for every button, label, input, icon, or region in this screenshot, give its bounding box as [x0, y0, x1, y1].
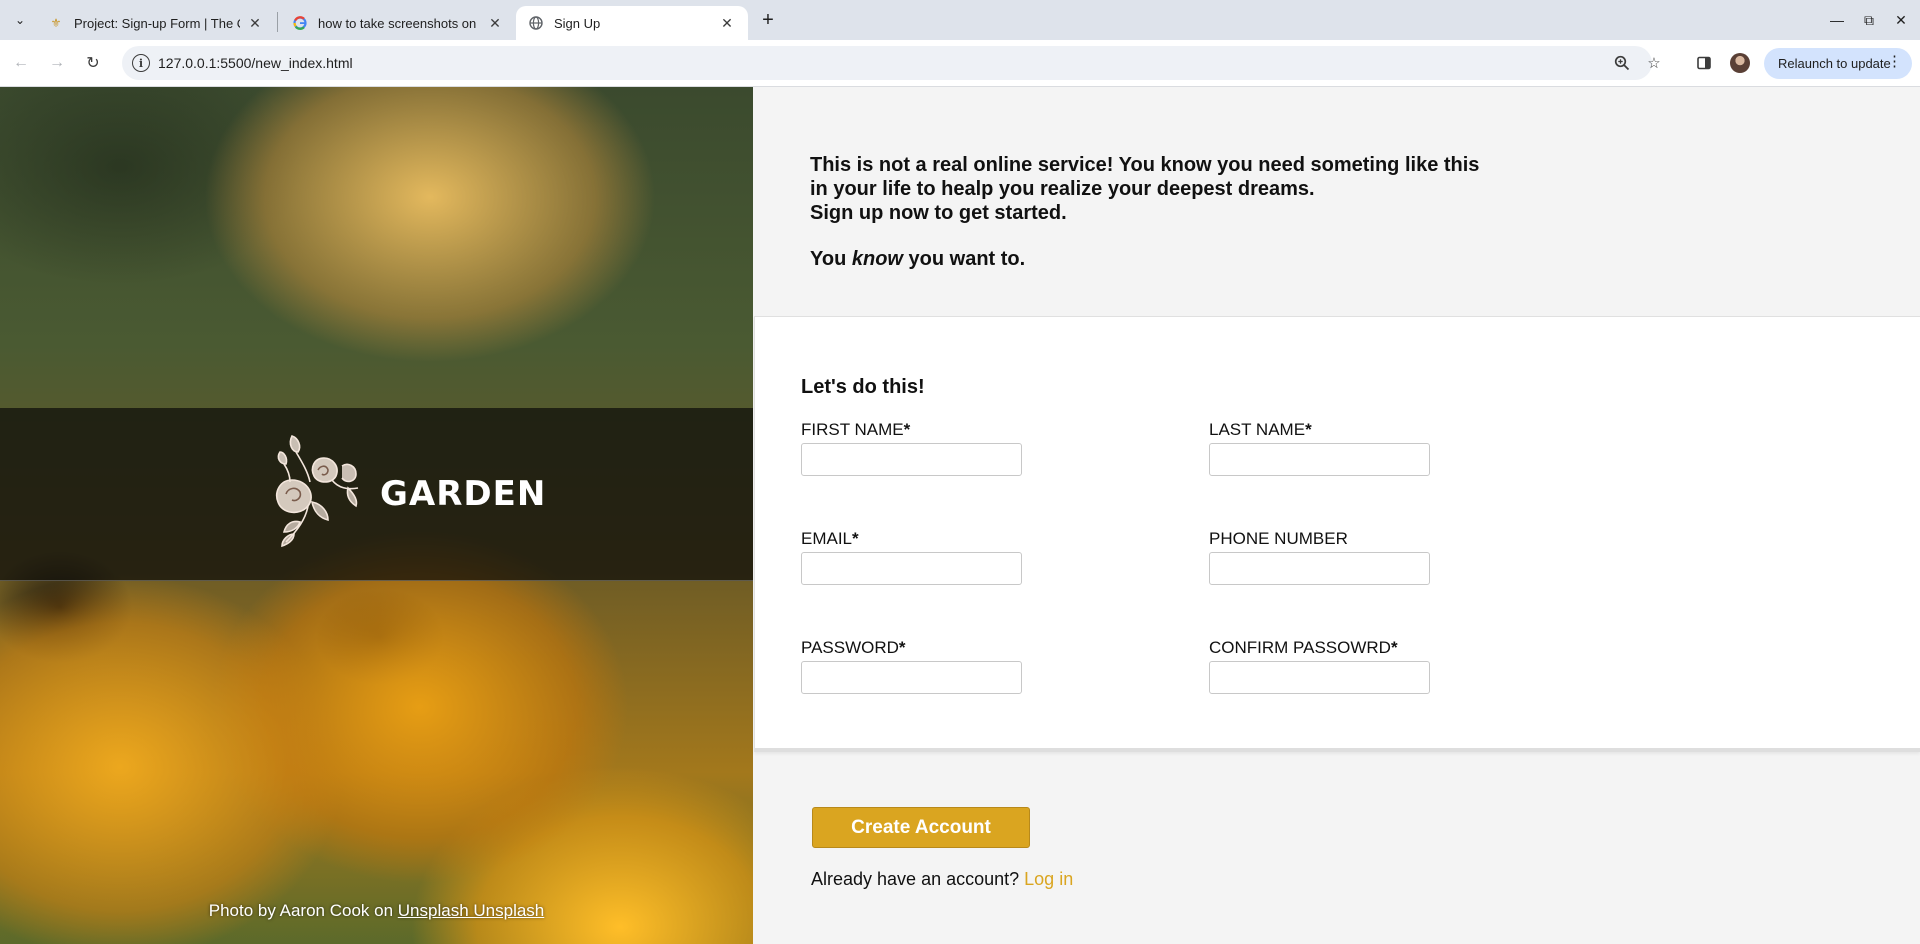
- first-name-input[interactable]: [801, 443, 1022, 476]
- intro-text: This is not a real online service! You k…: [810, 153, 1530, 271]
- tab-search-chevron-icon[interactable]: ⌄: [8, 8, 32, 32]
- zoom-icon[interactable]: [1612, 53, 1632, 73]
- tab-sign-up[interactable]: Sign Up ✕: [516, 6, 748, 40]
- url-text[interactable]: 127.0.0.1:5500/new_index.html: [158, 55, 353, 71]
- password-input[interactable]: [801, 661, 1022, 694]
- create-account-button[interactable]: Create Account: [812, 807, 1030, 848]
- intro-line: This is not a real online service! You k…: [810, 154, 1480, 176]
- email-label: EMAIL*: [801, 529, 859, 548]
- know-after: you want to.: [902, 248, 1026, 270]
- minimize-icon[interactable]: —: [1825, 8, 1849, 32]
- email-field: EMAIL*: [801, 529, 1022, 585]
- side-panel-icon[interactable]: [1692, 51, 1716, 75]
- phone-field: PHONE NUMBER: [1209, 529, 1430, 585]
- profile-avatar[interactable]: [1730, 53, 1750, 73]
- confirm-password-input[interactable]: [1209, 661, 1430, 694]
- know-before: You: [810, 248, 852, 270]
- photo-credit: Photo by Aaron Cook on Unsplash Unsplash: [0, 901, 753, 921]
- rose-logo-icon: [276, 435, 359, 548]
- browser-tabstrip: ⌄ ⚜ Project: Sign-up Form | The O ✕ how …: [0, 0, 1920, 40]
- unsplash-link[interactable]: Unsplash Unsplash: [398, 901, 544, 920]
- password-label: PASSWORD*: [801, 638, 906, 657]
- email-input[interactable]: [801, 552, 1022, 585]
- close-tab-icon[interactable]: ✕: [718, 14, 736, 32]
- reload-icon[interactable]: ↻: [80, 50, 106, 76]
- close-tab-icon[interactable]: ✕: [246, 14, 264, 32]
- intro-line: Sign up now to get started.: [810, 202, 1067, 224]
- phone-input[interactable]: [1209, 552, 1430, 585]
- login-link[interactable]: Log in: [1024, 869, 1073, 889]
- photo-credit-text: Photo by Aaron Cook on: [208, 901, 398, 920]
- last-name-label: LAST NAME*: [1209, 420, 1312, 439]
- globe-icon: [528, 15, 544, 31]
- confirm-password-label: CONFIRM PASSOWRD*: [1209, 638, 1398, 657]
- confirm-password-field: CONFIRM PASSOWRD*: [1209, 638, 1430, 694]
- intro-know-line: You know you want to.: [810, 247, 1530, 271]
- know-emphasis: know: [851, 248, 903, 270]
- logo-band: GARDEN: [0, 408, 753, 581]
- last-name-field: LAST NAME*: [1209, 420, 1430, 476]
- phone-label: PHONE NUMBER: [1209, 529, 1348, 548]
- tab-title: Project: Sign-up Form | The O: [74, 15, 240, 31]
- odin-icon: ⚜: [50, 16, 62, 30]
- relaunch-update-button[interactable]: Relaunch to update ⋮: [1764, 48, 1912, 79]
- first-name-label: FIRST NAME*: [801, 420, 911, 439]
- tab-divider: [277, 12, 278, 32]
- restore-icon[interactable]: ⧉: [1857, 8, 1881, 32]
- sidebar-flower-photo: GARDEN Photo by Aaron Cook on Unsplash U…: [0, 87, 753, 944]
- tab-project-signup[interactable]: ⚜ Project: Sign-up Form | The O ✕: [36, 6, 276, 40]
- tab-title: Sign Up: [554, 15, 601, 31]
- more-menu-icon[interactable]: ⋮: [1887, 54, 1902, 69]
- new-tab-plus-icon[interactable]: +: [756, 8, 780, 32]
- login-prompt: Already have an account? Log in: [811, 869, 1073, 890]
- forward-arrow-icon[interactable]: →: [44, 50, 70, 76]
- site-info-icon[interactable]: i: [132, 54, 150, 72]
- close-tab-icon[interactable]: ✕: [486, 14, 504, 32]
- back-arrow-icon[interactable]: ←: [8, 50, 34, 76]
- form-heading: Let's do this!: [801, 376, 925, 398]
- close-window-icon[interactable]: ✕: [1889, 8, 1913, 32]
- garden-logo-text: GARDEN: [380, 474, 547, 514]
- browser-toolbar: ← → ↻ i 127.0.0.1:5500/new_index.html ☆ …: [0, 40, 1920, 87]
- password-field: PASSWORD*: [801, 638, 1022, 694]
- bookmark-star-icon[interactable]: ☆: [1642, 51, 1666, 75]
- tab-title: how to take screenshots on li: [318, 15, 480, 31]
- relaunch-label: Relaunch to update: [1778, 56, 1891, 71]
- signup-form: Let's do this! FIRST NAME* LAST NAME* EM…: [754, 316, 1920, 752]
- login-prompt-text: Already have an account?: [811, 869, 1025, 889]
- tab-google-search[interactable]: how to take screenshots on li ✕: [280, 6, 516, 40]
- intro-line: in your life to healp you realize your d…: [810, 178, 1315, 200]
- google-icon: [292, 15, 308, 31]
- last-name-input[interactable]: [1209, 443, 1430, 476]
- page: GARDEN Photo by Aaron Cook on Unsplash U…: [0, 87, 1920, 944]
- first-name-field: FIRST NAME*: [801, 420, 1022, 476]
- address-bar[interactable]: i 127.0.0.1:5500/new_index.html: [122, 46, 1652, 80]
